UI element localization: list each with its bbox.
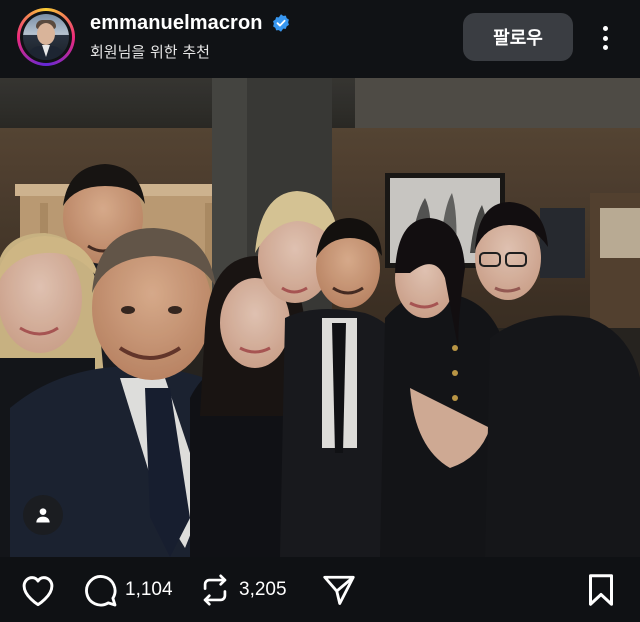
- person-icon: [36, 508, 50, 523]
- heart-icon: [22, 575, 54, 606]
- more-vertical-icon[interactable]: [592, 20, 618, 56]
- repost-button[interactable]: 3,205: [198, 557, 287, 622]
- avatar[interactable]: [17, 8, 75, 66]
- comment-count: 1,104: [125, 578, 173, 600]
- action-bar: 1,104 3,205: [0, 557, 640, 622]
- post-photo[interactable]: [0, 78, 640, 557]
- follow-button[interactable]: 팔로우: [463, 13, 573, 61]
- comment-icon: [85, 574, 117, 606]
- repost-icon: [203, 573, 227, 606]
- like-button[interactable]: [19, 557, 57, 622]
- comment-button[interactable]: 1,104: [82, 557, 173, 622]
- verified-badge-icon: [272, 14, 289, 32]
- avatar-image: [23, 14, 69, 60]
- post-header: emmanuelmacron 회원님을 위한 추천 팔로우: [0, 0, 640, 78]
- tagged-people-button[interactable]: [23, 495, 63, 535]
- share-button[interactable]: [320, 557, 358, 622]
- suggested-for-you-label: 회원님을 위한 추천: [90, 43, 210, 61]
- username[interactable]: emmanuelmacron: [90, 12, 263, 35]
- repost-count: 3,205: [239, 578, 287, 600]
- bookmark-icon: [589, 573, 613, 606]
- username-row: emmanuelmacron: [90, 10, 291, 36]
- save-button[interactable]: [585, 557, 617, 622]
- send-icon: [323, 575, 355, 605]
- group-selfie-photo: [0, 78, 640, 557]
